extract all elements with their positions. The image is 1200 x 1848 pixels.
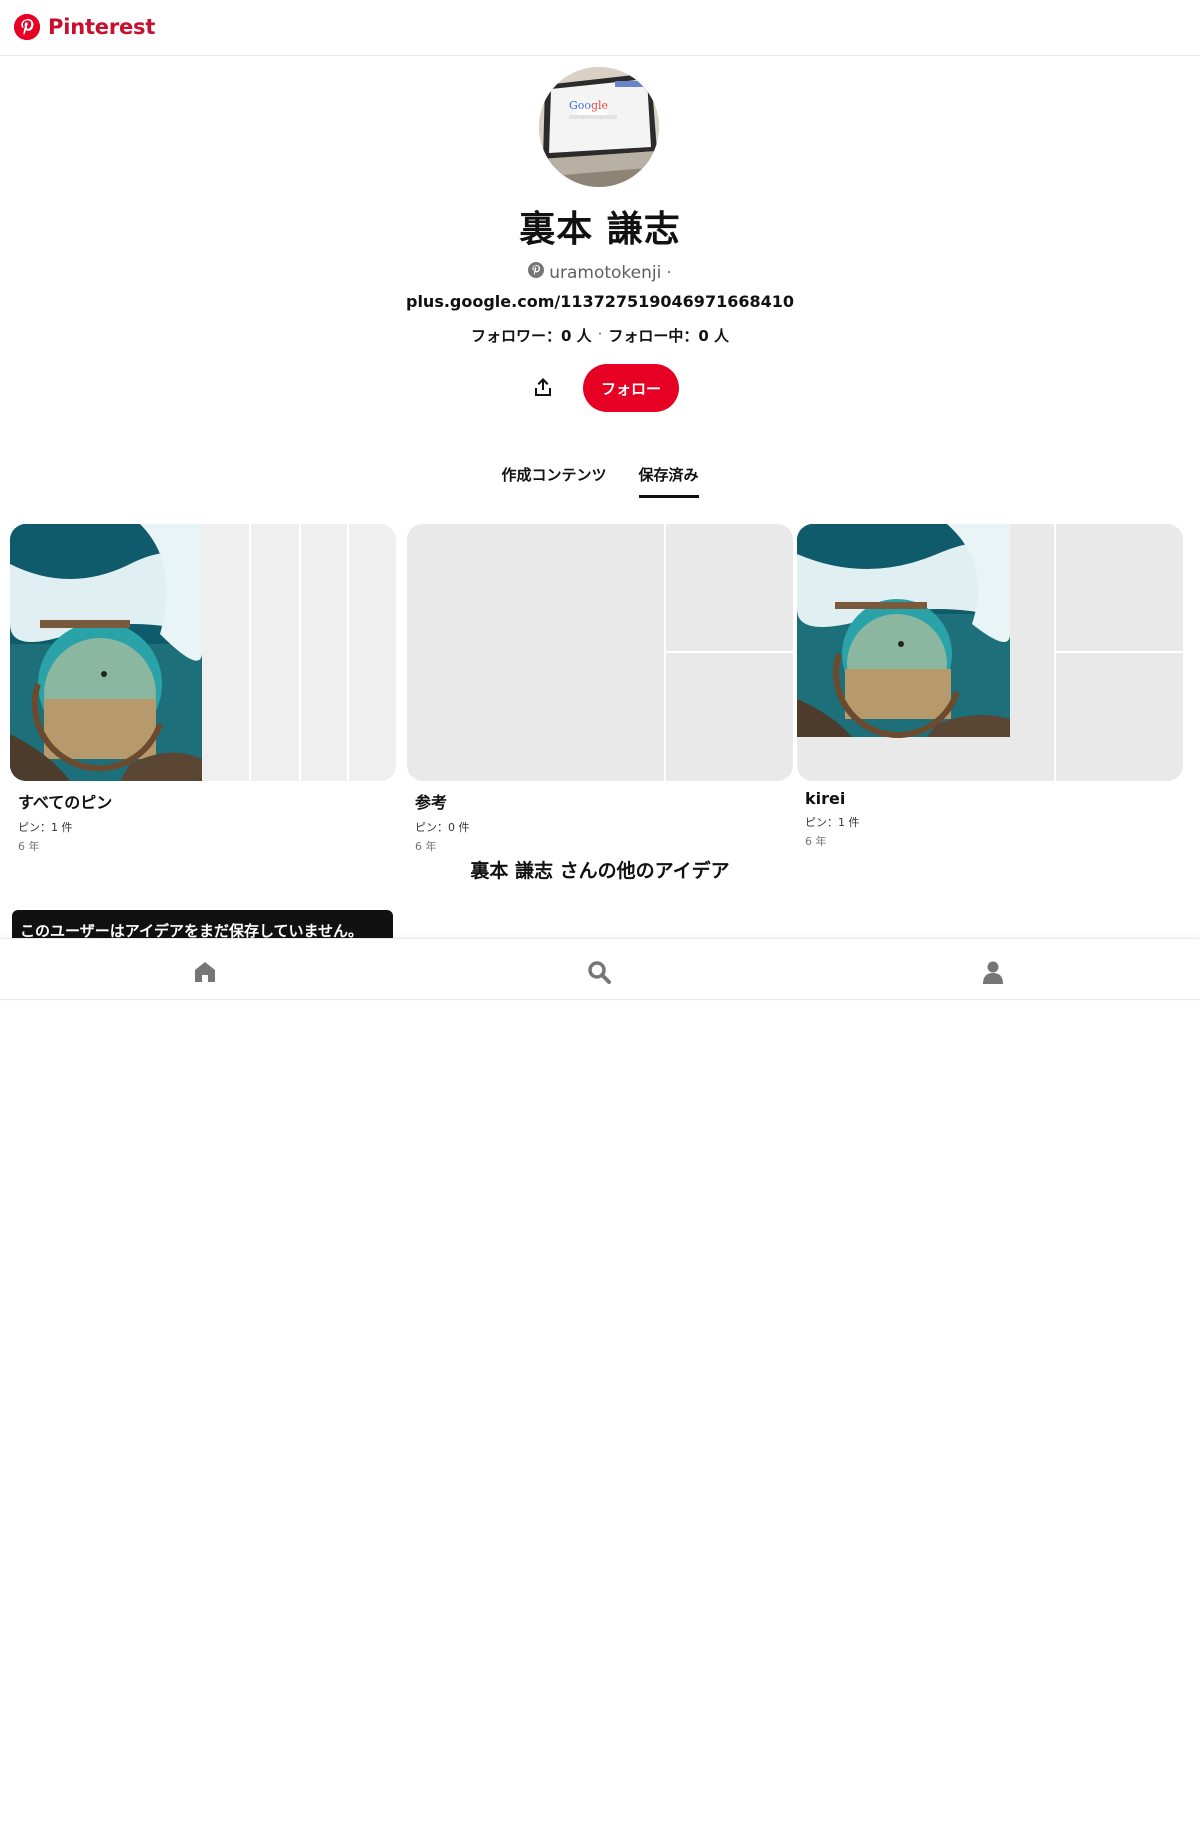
board-pin-count: ピン：1 件: [805, 816, 860, 829]
search-icon: [588, 961, 611, 984]
board-age: 6 年: [415, 840, 437, 853]
handle-separator: ·: [666, 262, 672, 283]
profile-name: 裏本 謙志: [519, 209, 681, 250]
empty-ideas-toast: このユーザーはアイデアをまだ保存していません。: [12, 910, 393, 940]
stat-separator: ·: [597, 325, 603, 343]
more-ideas-heading: 裏本 謙志 さんの他のアイデア: [470, 860, 730, 882]
board-title: kirei: [805, 789, 846, 808]
board-title: すべてのピン: [18, 793, 113, 812]
bottom-navigation: [0, 938, 1200, 1000]
profile-handle: uramotokenji: [549, 262, 662, 283]
svg-text:gle: gle: [591, 99, 608, 112]
board-pin-count: ピン：1 件: [18, 821, 73, 834]
board-cover-placeholder: [407, 524, 793, 781]
followers-count[interactable]: フォロワー：0 人: [471, 325, 592, 346]
nav-profile-button[interactable]: [978, 957, 1008, 987]
nav-search-button[interactable]: [584, 957, 614, 987]
pinterest-small-icon: [528, 262, 545, 283]
profile-icon: [983, 961, 1003, 984]
tab-saved[interactable]: 保存済み: [638, 464, 699, 498]
board-card-kirei[interactable]: kirei ピン：1 件 6 年: [797, 524, 1183, 849]
pinterest-logo-icon: [14, 14, 40, 40]
share-icon: [535, 378, 551, 396]
profile-website-link[interactable]: plus.google.com/113727519046971668410: [0, 292, 1200, 311]
svg-text:Goo: Goo: [569, 99, 591, 112]
top-header: Pinterest: [0, 0, 1200, 56]
home-icon: [195, 962, 215, 982]
board-title: 参考: [415, 793, 448, 812]
board-cover-image: [10, 524, 396, 781]
share-button[interactable]: [527, 371, 559, 403]
board-age: 6 年: [18, 840, 40, 853]
nav-home-button[interactable]: [190, 957, 220, 987]
profile-avatar: Goo gle: [539, 67, 659, 187]
following-count[interactable]: フォロー中：0 人: [608, 325, 729, 346]
board-card-reference[interactable]: 参考 ピン：0 件 6 年: [407, 524, 793, 854]
tab-created[interactable]: 作成コンテンツ: [501, 464, 606, 498]
board-cover: [407, 524, 793, 781]
board-card-all-pins[interactable]: すべてのピン ピン：1 件 6 年: [10, 524, 396, 854]
handle-row: uramotokenji ·: [0, 262, 1200, 283]
profile-tabs: 作成コンテンツ 保存済み: [0, 464, 1200, 498]
board-age: 6 年: [805, 835, 827, 848]
follow-button[interactable]: フォロー: [583, 364, 679, 412]
pinterest-logo-link[interactable]: Pinterest: [14, 14, 155, 40]
board-pin-count: ピン：0 件: [415, 821, 470, 834]
follow-stats: フォロワー：0 人 · フォロー中：0 人: [0, 325, 1200, 346]
board-cover: [10, 524, 396, 781]
board-cover-image: [797, 524, 1183, 781]
brand-name: Pinterest: [48, 15, 156, 39]
board-cover: [797, 524, 1183, 781]
